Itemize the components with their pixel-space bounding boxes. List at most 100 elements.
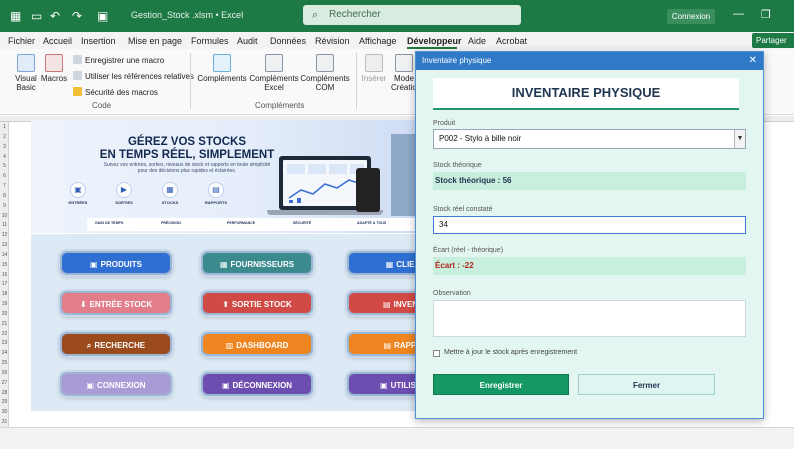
excel-addins-button[interactable]: Compléments Excel xyxy=(249,54,299,92)
share-button[interactable]: Partager xyxy=(752,33,794,48)
observation-textarea[interactable] xyxy=(433,300,746,337)
recherche-button[interactable]: ⌕ RECHERCHE xyxy=(60,332,172,356)
search-box[interactable]: ⌕ Rechercher xyxy=(303,5,521,25)
stock-reel-input[interactable]: 34 xyxy=(433,216,746,234)
feature-entrees: ▣ ENTRÉES xyxy=(61,182,95,205)
row-number[interactable]: 28 xyxy=(0,390,9,396)
ecart-label: Écart (réel - théorique) xyxy=(433,247,504,254)
row-number[interactable]: 21 xyxy=(0,321,9,327)
sortie-stock-button[interactable]: ⬆ SORTIE STOCK xyxy=(201,291,313,315)
visual-basic-button[interactable]: Visual Basic xyxy=(10,54,42,92)
row-number[interactable]: 2 xyxy=(0,134,9,140)
row-number[interactable]: 9 xyxy=(0,203,9,209)
fournisseurs-label: FOURNISSEURS xyxy=(230,260,295,269)
row-number[interactable]: 30 xyxy=(0,409,9,415)
title-bar: ▦ ▭ ↶ ↷ ▣ Gestion_Stock .xlsm • Excel ⌕ … xyxy=(0,0,794,32)
factory-icon: ▦ xyxy=(219,260,228,269)
macro-security-button[interactable]: Sécurité des macros xyxy=(73,87,158,97)
benefit-label: PRÉCISION xyxy=(161,221,181,225)
tab-acrobat[interactable]: Acrobat xyxy=(496,36,527,46)
com-addins-button[interactable]: Compléments COM xyxy=(300,54,350,92)
row-number[interactable]: 20 xyxy=(0,311,9,317)
close-icon[interactable]: ✕ xyxy=(749,52,757,70)
update-stock-checkbox[interactable] xyxy=(433,350,440,357)
row-number[interactable]: 29 xyxy=(0,399,9,405)
sign-in-button[interactable]: Connexion xyxy=(667,9,715,24)
dashboard-button[interactable]: ▥ DASHBOARD xyxy=(201,332,313,356)
complements-button[interactable]: Compléments xyxy=(196,54,248,83)
produit-select[interactable]: P002 - Stylo à bille noir ▼ xyxy=(433,129,746,149)
row-number[interactable]: 15 xyxy=(0,262,9,268)
row-number[interactable]: 17 xyxy=(0,281,9,287)
visual-basic-label: Visual Basic xyxy=(15,74,37,92)
feature-label: ENTRÉES xyxy=(68,200,88,205)
restore-icon[interactable]: ❐ xyxy=(761,8,771,21)
row-number[interactable]: 10 xyxy=(0,213,9,219)
chevron-down-icon[interactable]: ▼ xyxy=(734,130,745,148)
save-icon[interactable]: ▭ xyxy=(31,9,42,23)
tab-affichage[interactable]: Affichage xyxy=(359,36,396,46)
row-number[interactable]: 16 xyxy=(0,272,9,278)
row-number[interactable]: 24 xyxy=(0,350,9,356)
tab-formules[interactable]: Formules xyxy=(191,36,229,46)
tab-mise-en-page[interactable]: Mise en page xyxy=(128,36,182,46)
row-number[interactable]: 7 xyxy=(0,183,9,189)
toolbox-icon xyxy=(365,54,383,72)
design-mode-icon xyxy=(395,54,413,72)
row-number[interactable]: 11 xyxy=(0,222,9,228)
row-number[interactable]: 6 xyxy=(0,173,9,179)
fournisseurs-button[interactable]: ▦ FOURNISSEURS xyxy=(201,251,313,275)
dialog-title-bar: Inventaire physique ✕ xyxy=(416,52,763,70)
row-number[interactable]: 31 xyxy=(0,419,9,425)
login-icon: ▣ xyxy=(86,381,95,390)
row-number[interactable]: 25 xyxy=(0,360,9,366)
produits-button[interactable]: ▣ PRODUITS xyxy=(60,251,172,275)
group-label-code: Code xyxy=(92,101,112,110)
row-number[interactable]: 26 xyxy=(0,370,9,376)
addins-icon xyxy=(213,54,231,72)
excel-window: ▦ ▭ ↶ ↷ ▣ Gestion_Stock .xlsm • Excel ⌕ … xyxy=(0,0,794,449)
row-number[interactable]: 5 xyxy=(0,163,9,169)
deconnexion-button[interactable]: ▣ DÉCONNEXION xyxy=(201,372,313,396)
theorique-label: Stock théorique xyxy=(433,162,482,169)
row-number[interactable]: 12 xyxy=(0,232,9,238)
ecart-field: Écart : -22 xyxy=(433,257,746,275)
row-number[interactable]: 18 xyxy=(0,291,9,297)
tab-accueil[interactable]: Accueil xyxy=(43,36,72,46)
benefits-bar: GAIN DE TEMPS PRÉCISION PERFORMANCE SÉCU… xyxy=(87,218,416,231)
autosave-icon[interactable]: ▣ xyxy=(97,9,108,23)
complements-label: Compléments xyxy=(197,74,247,83)
tab-donnees[interactable]: Données xyxy=(270,36,306,46)
row-number[interactable]: 3 xyxy=(0,144,9,150)
fermer-button[interactable]: Fermer xyxy=(578,374,715,395)
macros-button[interactable]: Macros xyxy=(40,54,68,83)
minimize-icon[interactable]: — xyxy=(733,8,744,20)
row-number[interactable]: 22 xyxy=(0,331,9,337)
relative-references-button[interactable]: Utiliser les références relatives xyxy=(73,71,194,81)
excel-addins-label: Compléments Excel xyxy=(249,74,299,92)
undo-icon[interactable]: ↶ xyxy=(50,9,60,23)
row-number[interactable]: 19 xyxy=(0,301,9,307)
redo-icon[interactable]: ↷ xyxy=(72,9,82,23)
dialog-header: INVENTAIRE PHYSIQUE xyxy=(433,78,739,110)
record-macro-button[interactable]: Enregistrer une macro xyxy=(73,55,164,65)
enregistrer-button[interactable]: Enregistrer xyxy=(433,374,569,395)
row-number[interactable]: 13 xyxy=(0,242,9,248)
tab-revision[interactable]: Révision xyxy=(315,36,350,46)
row-number[interactable]: 1 xyxy=(0,124,9,130)
entree-stock-button[interactable]: ⬇ ENTRÉE STOCK xyxy=(60,291,172,315)
row-number[interactable]: 23 xyxy=(0,340,9,346)
row-number[interactable]: 14 xyxy=(0,252,9,258)
tab-insertion[interactable]: Insertion xyxy=(81,36,116,46)
tab-developpeur[interactable]: Développeur xyxy=(407,36,462,46)
row-number[interactable]: 27 xyxy=(0,380,9,386)
insert-control-button[interactable]: Insérer xyxy=(360,54,388,83)
row-number[interactable]: 4 xyxy=(0,154,9,160)
connexion-button[interactable]: ▣ CONNEXION xyxy=(60,372,172,396)
row-number[interactable]: 8 xyxy=(0,193,9,199)
design-mode-button[interactable]: Mode Création xyxy=(391,54,417,92)
tab-aide[interactable]: Aide xyxy=(468,36,486,46)
tab-audit[interactable]: Audit xyxy=(237,36,258,46)
tab-fichier[interactable]: Fichier xyxy=(8,36,35,46)
com-gear-icon xyxy=(316,54,334,72)
